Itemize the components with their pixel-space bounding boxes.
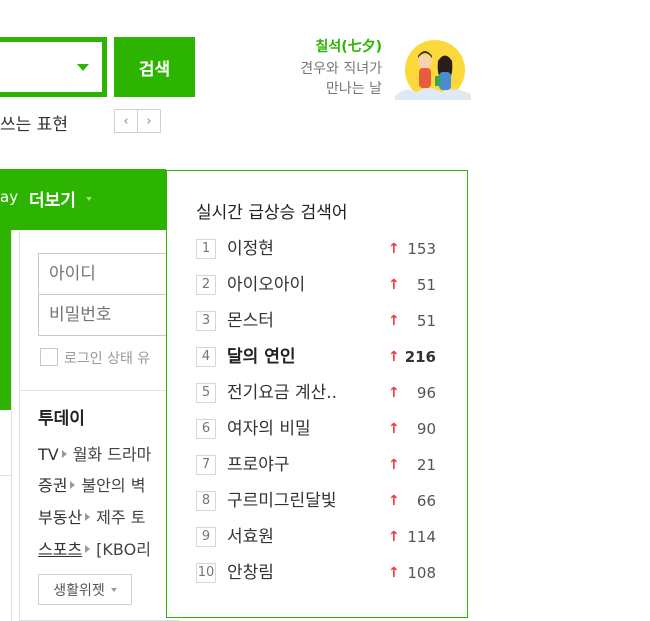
keep-login-label[interactable]: 로그인 상태 유 [64, 348, 150, 368]
keyword-link[interactable]: 안창림 [227, 561, 274, 585]
rank-badge: 7 [196, 455, 216, 475]
chevron-down-icon [86, 197, 92, 201]
rise-arrow-icon: ↑ [388, 493, 400, 509]
rise-count: 66 [416, 492, 436, 510]
list-item[interactable]: 5 전기요금 계산.. ↑ 96 [196, 381, 441, 405]
phrase-link[interactable]: 쓰는 표현 [0, 110, 68, 135]
rise-arrow-icon: ↑ [388, 349, 400, 365]
keyword-link[interactable]: 프로야구 [227, 453, 290, 477]
keep-login-checkbox[interactable] [40, 348, 58, 366]
life-widget-label: 생활위젯 [53, 582, 105, 599]
rank-badge: 9 [196, 527, 216, 547]
today-category[interactable]: 증권 [38, 476, 67, 495]
nav-more-button[interactable]: 더보기 [29, 186, 76, 211]
rank-badge: 1 [196, 239, 216, 259]
list-item[interactable]: 9 서효원 ↑ 114 [196, 525, 441, 549]
keyword-link[interactable]: 아이오아이 [227, 273, 305, 297]
rise-count: 51 [416, 276, 436, 294]
promo-title[interactable]: 칠석(七夕) [302, 36, 382, 56]
chevron-down-icon [110, 587, 117, 592]
list-item[interactable]: 8 구르미그린달빛 ↑ 66 [196, 489, 441, 513]
list-item[interactable]: 10 안창림 ↑ 108 [196, 561, 441, 585]
promo-line-2[interactable]: 만나는 날 [282, 78, 382, 98]
rank-badge: 6 [196, 419, 216, 439]
list-item[interactable]: 1 이정현 ↑ 153 [196, 237, 441, 261]
today-row[interactable]: 증권 불안의 벽 [38, 472, 145, 496]
list-item[interactable]: 7 프로야구 ↑ 21 [196, 453, 441, 477]
today-row[interactable]: 스포츠 [KBO리 [38, 536, 151, 560]
keyword-link[interactable]: 구르미그린달빛 [227, 489, 336, 513]
search-dropdown-caret-icon[interactable] [77, 64, 89, 71]
main-nav-bar [0, 169, 166, 230]
promo-line-1[interactable]: 견우와 직녀가 [282, 58, 382, 78]
next-arrow-icon[interactable]: › [137, 110, 160, 132]
life-widget-button[interactable]: 생활위젯 [38, 574, 132, 605]
keyword-link[interactable]: 달의 연인 [227, 345, 295, 369]
login-id-field[interactable] [38, 253, 178, 295]
today-title[interactable]: 투데이 [38, 404, 85, 429]
keyword-link[interactable]: 이정현 [227, 237, 274, 261]
rise-arrow-icon: ↑ [388, 277, 400, 293]
rank-badge: 2 [196, 275, 216, 295]
rise-count: 21 [416, 456, 436, 474]
rise-count: 96 [416, 384, 436, 402]
caret-right-icon [61, 450, 67, 458]
today-headline[interactable]: 월화 드라마 [73, 445, 152, 464]
rank-badge: 3 [196, 311, 216, 331]
search-button[interactable]: 검색 [114, 37, 195, 97]
rank-badge: 4 [196, 347, 216, 367]
keyword-link[interactable]: 서효원 [227, 525, 274, 549]
today-category[interactable]: TV [38, 445, 59, 464]
left-column-box [0, 475, 12, 621]
nav-item-day[interactable]: ay [0, 188, 18, 206]
today-headline[interactable]: 제주 토 [96, 508, 145, 527]
promo-illustration[interactable] [395, 36, 471, 100]
caret-right-icon [85, 513, 91, 521]
rise-count: 216 [404, 348, 436, 366]
keyword-link[interactable]: 몬스터 [227, 309, 274, 333]
login-password-field[interactable] [38, 294, 178, 336]
left-green-panel [0, 230, 11, 410]
rank-badge: 10 [196, 563, 216, 583]
today-headline[interactable]: 불안의 벽 [81, 476, 145, 495]
rise-arrow-icon: ↑ [388, 421, 400, 437]
list-item[interactable]: 3 몬스터 ↑ 51 [196, 309, 441, 333]
rise-count: 51 [416, 312, 436, 330]
today-row[interactable]: TV 월화 드라마 [38, 441, 151, 465]
rise-arrow-icon: ↑ [388, 313, 400, 329]
list-item[interactable]: 4 달의 연인 ↑ 216 [196, 345, 441, 369]
rank-badge: 5 [196, 383, 216, 403]
rise-count: 114 [407, 528, 436, 546]
rise-arrow-icon: ↑ [388, 385, 400, 401]
phrase-pager: ‹ › [114, 109, 161, 133]
caret-right-icon [70, 481, 76, 489]
rise-count: 108 [407, 564, 436, 582]
rise-arrow-icon: ↑ [388, 457, 400, 473]
rise-count: 153 [407, 240, 436, 258]
realtime-title: 실시간 급상승 검색어 [196, 203, 348, 223]
caret-right-icon [85, 545, 91, 553]
keyword-link[interactable]: 전기요금 계산.. [227, 381, 337, 405]
list-item[interactable]: 6 여자의 비밀 ↑ 90 [196, 417, 441, 441]
panel-divider [20, 390, 180, 391]
today-row[interactable]: 부동산 제주 토 [38, 504, 145, 528]
rank-badge: 8 [196, 491, 216, 511]
today-category[interactable]: 스포츠 [38, 540, 82, 559]
prev-arrow-icon[interactable]: ‹ [115, 110, 137, 132]
list-item[interactable]: 2 아이오아이 ↑ 51 [196, 273, 441, 297]
keyword-link[interactable]: 여자의 비밀 [227, 417, 311, 441]
rise-arrow-icon: ↑ [388, 529, 400, 545]
rise-arrow-icon: ↑ [388, 241, 400, 257]
search-input[interactable] [0, 37, 107, 97]
rise-count: 90 [416, 420, 436, 438]
rise-arrow-icon: ↑ [388, 565, 400, 581]
today-category[interactable]: 부동산 [38, 508, 82, 527]
today-headline[interactable]: [KBO리 [96, 540, 151, 559]
